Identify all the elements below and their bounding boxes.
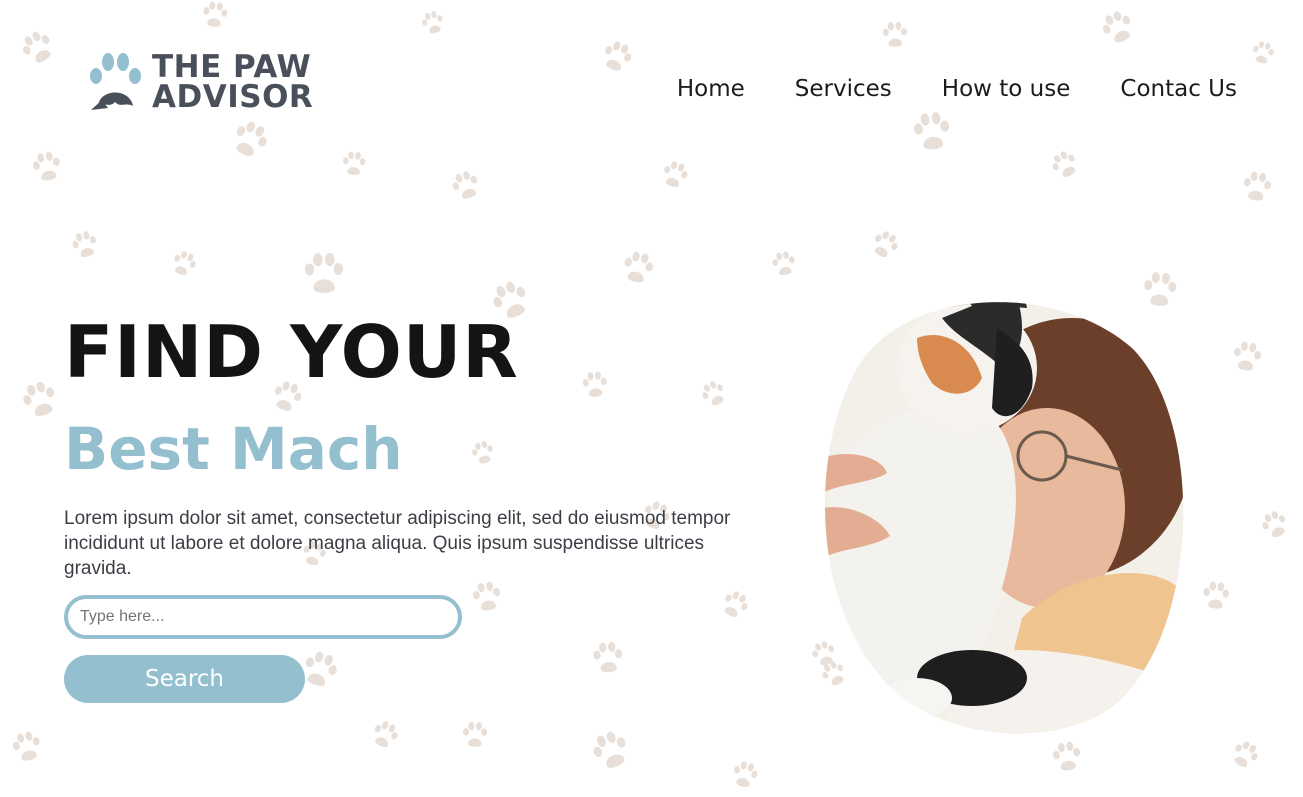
brand-name: THE PAW ADVISOR (152, 49, 314, 115)
paw-print-icon (772, 251, 795, 276)
paw-print-icon (452, 171, 478, 199)
paw-print-icon (374, 721, 398, 748)
hero-description: Lorem ipsum dolor sit amet, consectetur … (64, 508, 731, 579)
paw-print-icon (882, 21, 907, 47)
paw-print-icon (463, 721, 488, 747)
paw-print-icon (1052, 151, 1076, 177)
brand-name-line1: THE PAW (152, 49, 312, 85)
paw-print-icon (664, 161, 688, 187)
brand-name-line2: ADVISOR (152, 79, 314, 115)
paw-print-icon (23, 31, 51, 63)
paw-logo-icon (90, 53, 141, 110)
paw-print-icon (734, 761, 758, 787)
hero-subtitle: Best Mach (64, 415, 403, 483)
paw-print-icon (593, 731, 626, 768)
paw-print-icon (1234, 341, 1262, 371)
paw-print-icon (1053, 741, 1081, 771)
paw-print-icon (342, 151, 366, 176)
paw-print-icon (72, 231, 96, 257)
paw-print-icon (304, 252, 344, 293)
paw-print-icon (1234, 741, 1258, 767)
paw-print-icon (32, 151, 60, 181)
hero-title: FIND YOUR (64, 310, 519, 394)
nav-contact-us[interactable]: Contac Us (1120, 76, 1237, 102)
paw-print-icon (605, 41, 632, 71)
paw-print-icon (236, 121, 267, 157)
paw-print-icon (913, 112, 950, 150)
paw-print-icon (624, 251, 653, 283)
paw-print-icon (12, 731, 40, 761)
paw-print-icon (1262, 511, 1286, 538)
paw-print-icon (23, 381, 55, 417)
paw-print-icon (1203, 581, 1230, 609)
paw-print-icon (1243, 171, 1271, 201)
hero-photo-woman-with-cat (824, 302, 1184, 734)
paw-print-icon (1253, 41, 1274, 64)
search-input[interactable] (64, 595, 462, 639)
search-button[interactable]: Search (64, 655, 305, 703)
main-nav: Home Services How to use Contac Us (677, 76, 1237, 102)
nav-services[interactable]: Services (795, 76, 892, 102)
paw-print-icon (203, 1, 228, 27)
paw-print-icon (422, 11, 443, 34)
brand-logo[interactable]: THE PAW ADVISOR (86, 50, 313, 114)
nav-home[interactable]: Home (677, 76, 745, 102)
hero-section: FIND YOUR Best Mach Lorem ipsum dolor si… (64, 310, 784, 703)
paw-print-icon (174, 251, 196, 276)
nav-how-to-use[interactable]: How to use (942, 76, 1071, 102)
paw-print-icon (1102, 11, 1131, 43)
